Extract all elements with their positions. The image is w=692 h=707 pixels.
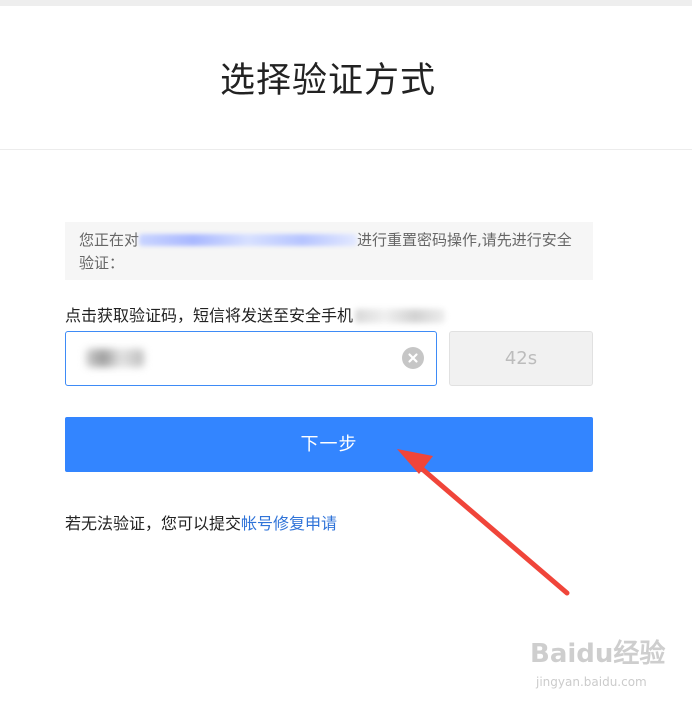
notice-text-before: 您正在对 bbox=[79, 231, 140, 249]
account-repair-link[interactable]: 帐号修复申请 bbox=[241, 514, 337, 533]
clear-icon[interactable] bbox=[402, 347, 424, 369]
sms-hint-text: 点击获取验证码，短信将发送至安全手机 bbox=[65, 306, 354, 325]
verification-code-field[interactable] bbox=[65, 331, 437, 386]
watermark-logo: Baidu经验 bbox=[530, 639, 666, 669]
sms-hint: 点击获取验证码，短信将发送至安全手机 bbox=[65, 302, 446, 326]
redacted-phone bbox=[355, 309, 446, 323]
top-strip bbox=[0, 0, 692, 6]
watermark-url: jingyan.baidu.com bbox=[536, 675, 647, 689]
page-title: 选择验证方式 bbox=[219, 61, 436, 101]
appeal-line: 若无法验证，您可以提交帐号修复申请 bbox=[65, 510, 337, 534]
appeal-text: 若无法验证，您可以提交 bbox=[65, 514, 242, 533]
security-notice: 您正在对 进行重置密码操作,请先进行安全验证： bbox=[65, 222, 593, 280]
header-divider bbox=[0, 149, 692, 150]
baidu-jingyan-watermark: Baidu经验 jingyan.baidu.com bbox=[530, 633, 680, 695]
verification-code-input[interactable] bbox=[82, 344, 396, 376]
redacted-account bbox=[139, 234, 358, 246]
next-step-button[interactable]: 下一步 bbox=[65, 417, 593, 472]
resend-code-button[interactable]: 42s bbox=[449, 331, 593, 386]
